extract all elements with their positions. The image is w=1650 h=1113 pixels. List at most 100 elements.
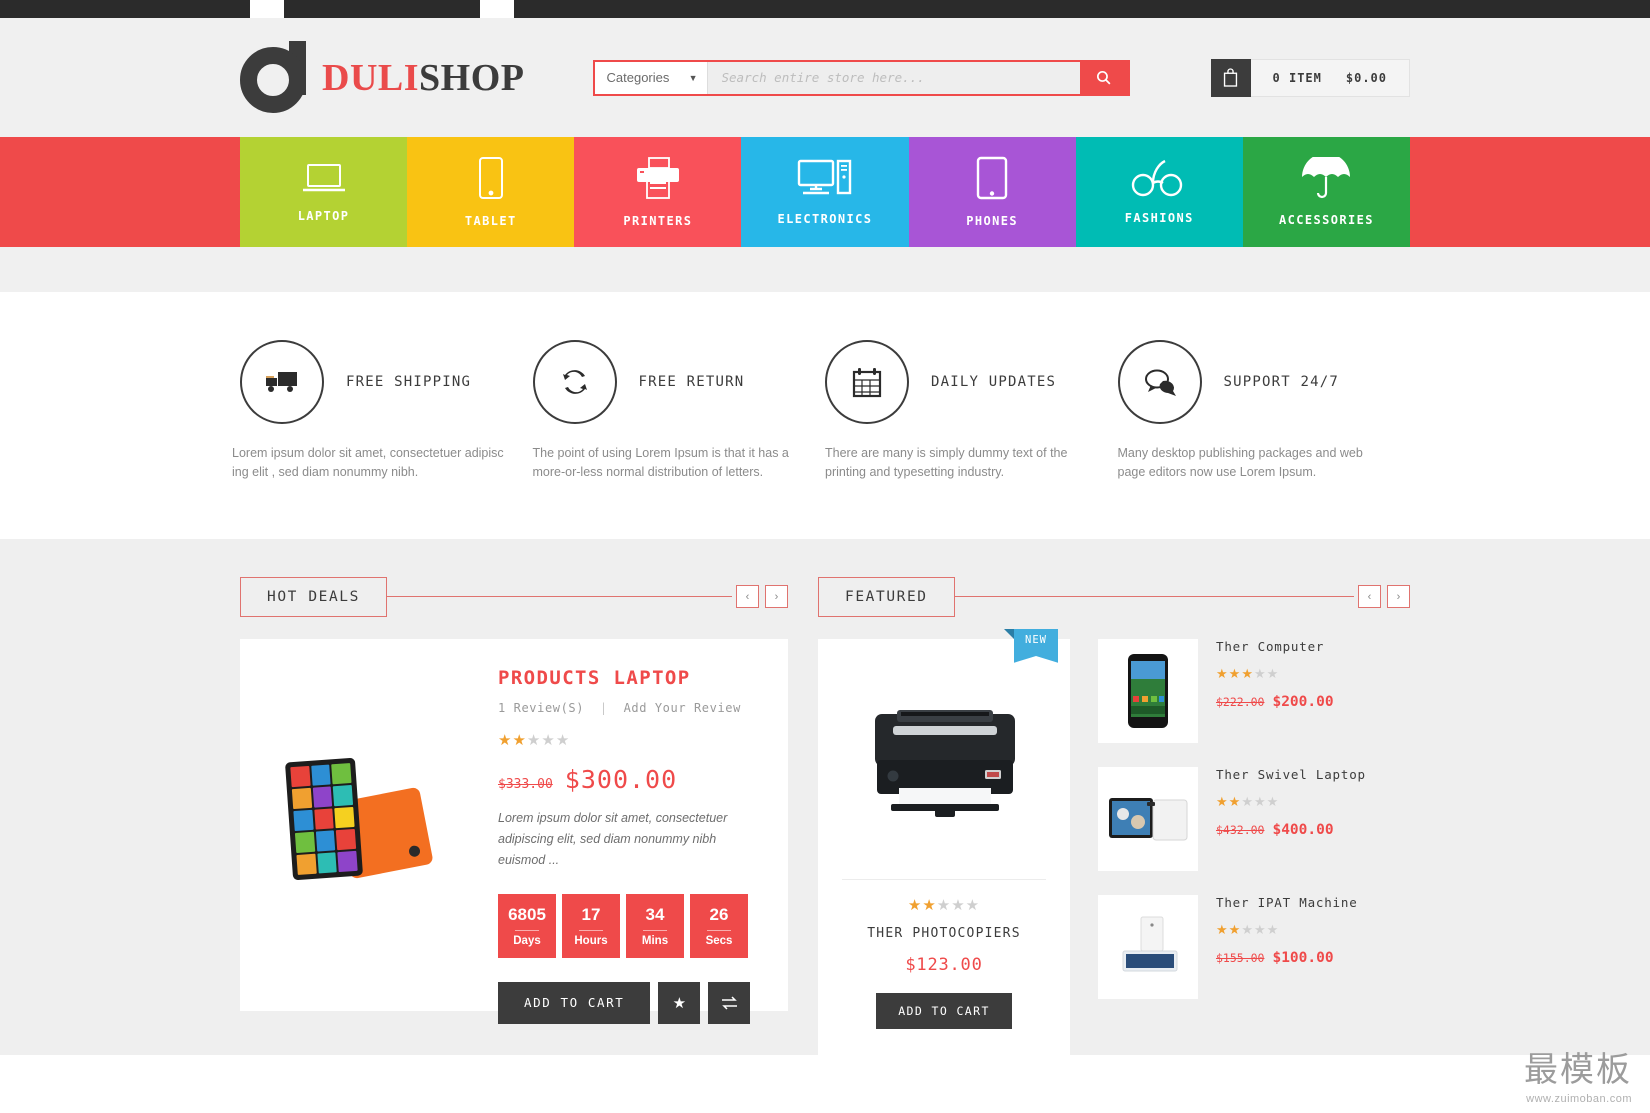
service-icon-circle xyxy=(532,340,617,424)
category-tile-phones[interactable]: PHONES xyxy=(908,137,1076,247)
product-old-price: $333.00 xyxy=(498,776,553,792)
featured-next-button[interactable]: › xyxy=(1387,585,1410,609)
umbrella-icon xyxy=(1302,157,1351,199)
side-product-price: $100.00 xyxy=(1272,949,1334,966)
side-product-old-price: $222.00 xyxy=(1216,694,1265,709)
product-price-row: $333.00 $300.00 xyxy=(498,765,758,794)
countdown-secs: 26 Secs xyxy=(690,893,748,958)
smartphone-photo xyxy=(1128,653,1168,728)
featured-header: FEATURED ‹ › xyxy=(818,576,1410,617)
laptop-icon xyxy=(302,164,345,192)
countdown-label: Days xyxy=(513,934,541,947)
browser-top-strip xyxy=(0,0,1650,18)
category-nav: LAPTOP TABLET PRINTERS ELECTRONICS PHONE… xyxy=(0,137,1650,247)
phone-icon xyxy=(976,156,1008,200)
service-description: The point of using Lorem Ipsum is that i… xyxy=(532,446,789,480)
countdown-label: Mins xyxy=(641,934,669,947)
chevron-right-icon: › xyxy=(774,590,779,603)
category-tile-accessories[interactable]: ACCESSORIES xyxy=(1242,137,1410,247)
category-select[interactable]: Categories ▼ xyxy=(594,61,708,94)
nav-spacer xyxy=(0,247,1650,292)
printer-icon xyxy=(636,157,679,199)
review-count: 1 Review(S) xyxy=(498,700,585,715)
site-logo[interactable]: DULISHOP xyxy=(240,40,525,115)
logo-text: DULISHOP xyxy=(322,56,525,100)
category-tile-laptop[interactable]: LAPTOP xyxy=(240,137,408,247)
calendar-icon xyxy=(852,368,882,398)
category-label: PRINTERS xyxy=(623,214,693,228)
countdown-hours: 17 Hours xyxy=(562,893,620,958)
hot-deal-actions: ADD TO CART ★ xyxy=(498,981,758,1024)
site-header: DULISHOP Categories ▼ 0 ITEM $0.00 xyxy=(0,18,1650,137)
category-tile-fashions[interactable]: FASHIONS xyxy=(1075,137,1243,247)
top-notch-left xyxy=(248,0,286,18)
hot-deal-image[interactable] xyxy=(240,639,498,1011)
wishlist-button[interactable]: ★ xyxy=(658,981,701,1024)
search-button[interactable] xyxy=(1079,61,1128,94)
countdown-value: 26 xyxy=(709,904,729,924)
search-input[interactable] xyxy=(707,61,1080,94)
service-icon-circle xyxy=(1117,340,1202,424)
category-tile-printers[interactable]: PRINTERS xyxy=(574,137,742,247)
countdown-value: 17 xyxy=(581,904,601,924)
category-label: ACCESSORIES xyxy=(1278,213,1374,227)
countdown-label: Secs xyxy=(705,934,733,947)
chevron-right-icon: › xyxy=(1396,590,1401,603)
glasses-icon xyxy=(1132,159,1183,197)
logo-mark-icon xyxy=(240,40,318,115)
side-product-price: $400.00 xyxy=(1272,821,1334,838)
side-product-thumb[interactable] xyxy=(1098,894,1198,999)
star-icon: ★ xyxy=(672,994,687,1012)
side-product-thumb[interactable] xyxy=(1098,766,1198,871)
cart-widget[interactable]: 0 ITEM $0.00 xyxy=(1210,58,1410,97)
featured-body: NEW ★★★★★ THER PHOTOCOPIERS $123.00 ADD … xyxy=(818,628,1410,1055)
divider xyxy=(386,596,732,598)
tablet-icon xyxy=(478,157,503,199)
category-label: ELECTRONICS xyxy=(777,212,873,226)
tablet-photo xyxy=(1122,916,1178,972)
chevron-down-icon: ▼ xyxy=(688,72,698,83)
cart-info: 0 ITEM $0.00 xyxy=(1250,58,1410,97)
divider xyxy=(954,596,1354,598)
service-description: There are many is simply dummy text of t… xyxy=(825,446,1068,480)
product-title[interactable]: PRODUCTS LAPTOP xyxy=(498,667,758,689)
badge-fold xyxy=(1004,628,1014,639)
side-product-price: $200.00 xyxy=(1272,693,1334,710)
add-to-cart-button[interactable]: ADD TO CART xyxy=(498,981,651,1024)
side-product-thumb[interactable] xyxy=(1098,638,1198,743)
logo-text-red: DULI xyxy=(322,56,420,99)
list-item: Ther IPAT Machine ★★★★★ $155.00 $100.00 xyxy=(1098,894,1410,999)
side-product-name[interactable]: Ther IPAT Machine xyxy=(1216,895,1358,910)
hot-deals-next-button[interactable]: › xyxy=(765,585,788,609)
countdown-mins: 34 Mins xyxy=(626,893,684,958)
featured-prev-button[interactable]: ‹ xyxy=(1358,585,1381,609)
service-icon-circle xyxy=(240,340,324,424)
service-description: Many desktop publishing packages and web… xyxy=(1117,446,1363,480)
featured-product-name[interactable]: THER PHOTOCOPIERS xyxy=(818,926,1070,941)
service-free-shipping: FREE SHIPPING Lorem ipsum dolor sit amet… xyxy=(232,340,533,483)
featured-product-price: $123.00 xyxy=(905,954,983,975)
swivel-laptop-photo xyxy=(1109,797,1188,841)
watermark-url: www.zuimoban.com xyxy=(1526,1093,1632,1105)
cart-icon-box xyxy=(1210,58,1251,97)
hot-deals-header: HOT DEALS ‹ › xyxy=(240,576,788,617)
add-review-link[interactable]: Add Your Review xyxy=(624,701,741,715)
countdown-value: 34 xyxy=(645,904,665,924)
desktop-icon xyxy=(797,159,852,195)
side-product-name[interactable]: Ther Swivel Laptop xyxy=(1216,767,1366,782)
side-product-name[interactable]: Ther Computer xyxy=(1216,639,1334,654)
compare-button[interactable] xyxy=(708,981,751,1024)
refresh-icon xyxy=(562,370,587,394)
category-label: TABLET xyxy=(464,214,517,228)
featured-title: FEATURED xyxy=(818,576,955,617)
featured-product-image[interactable] xyxy=(818,655,1070,865)
services-section: FREE SHIPPING Lorem ipsum dolor sit amet… xyxy=(0,292,1650,539)
category-tile-tablet[interactable]: TABLET xyxy=(407,137,575,247)
list-item: Ther Computer ★★★★★ $222.00 $200.00 xyxy=(1098,638,1410,743)
watermark: 最模板 www.zuimoban.com xyxy=(1524,1042,1632,1105)
featured-add-to-cart-button[interactable]: ADD TO CART xyxy=(876,992,1012,1029)
hot-deal-info: PRODUCTS LAPTOP 1 Review(S) | Add Your R… xyxy=(498,639,788,1024)
category-tile-electronics[interactable]: ELECTRONICS xyxy=(741,137,909,247)
compare-icon xyxy=(721,995,737,1010)
hot-deals-prev-button[interactable]: ‹ xyxy=(736,585,759,609)
